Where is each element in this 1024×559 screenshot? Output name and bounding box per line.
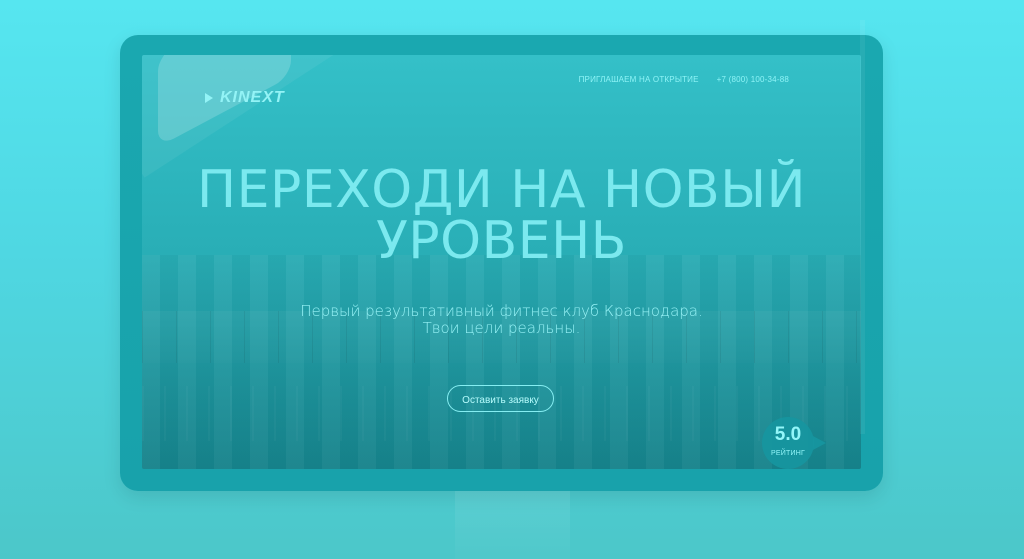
rating-value: 5.0: [774, 424, 802, 445]
rating-label: РЕЙТИНГ: [771, 450, 805, 457]
logo[interactable]: KINEXT: [205, 89, 285, 107]
background-building: [142, 255, 861, 469]
screen-edge-highlight: [860, 20, 865, 434]
rating-badge: 5.0 РЕЙТИНГ: [762, 417, 826, 469]
leave-request-button[interactable]: Оставить заявку: [447, 385, 554, 412]
opening-link[interactable]: ПРИГЛАШАЕМ НА ОТКРЫТИЕ: [579, 75, 699, 84]
hero-subtitle: Первый результативный фитнес клуб Красно…: [142, 302, 861, 338]
page: KINEXT ПРИГЛАШАЕМ НА ОТКРЫТИЕ +7 (800) 1…: [0, 0, 1024, 559]
hero-title-line-1: ПЕРЕХОДИ НА НОВЫЙ: [197, 160, 806, 220]
play-triangle-icon: [205, 93, 213, 103]
monitor: KINEXT ПРИГЛАШАЕМ НА ОТКРЫТИЕ +7 (800) 1…: [120, 35, 883, 491]
top-nav: ПРИГЛАШАЕМ НА ОТКРЫТИЕ +7 (800) 100-34-8…: [579, 75, 789, 84]
website-screen: KINEXT ПРИГЛАШАЕМ НА ОТКРЫТИЕ +7 (800) 1…: [142, 55, 861, 469]
hero-subtitle-line-1: Первый результативный фитнес клуб Красно…: [300, 302, 703, 320]
brand-name: KINEXT: [220, 89, 285, 106]
hero-title: ПЕРЕХОДИ НА НОВЫЙ УРОВЕНЬ: [142, 160, 861, 271]
hero-title-line-2: УРОВЕНЬ: [376, 210, 627, 271]
hero-subtitle-line-2: Твои цели реальны.: [422, 319, 581, 338]
phone-link[interactable]: +7 (800) 100-34-88: [717, 75, 789, 84]
monitor-stand: [455, 491, 570, 559]
